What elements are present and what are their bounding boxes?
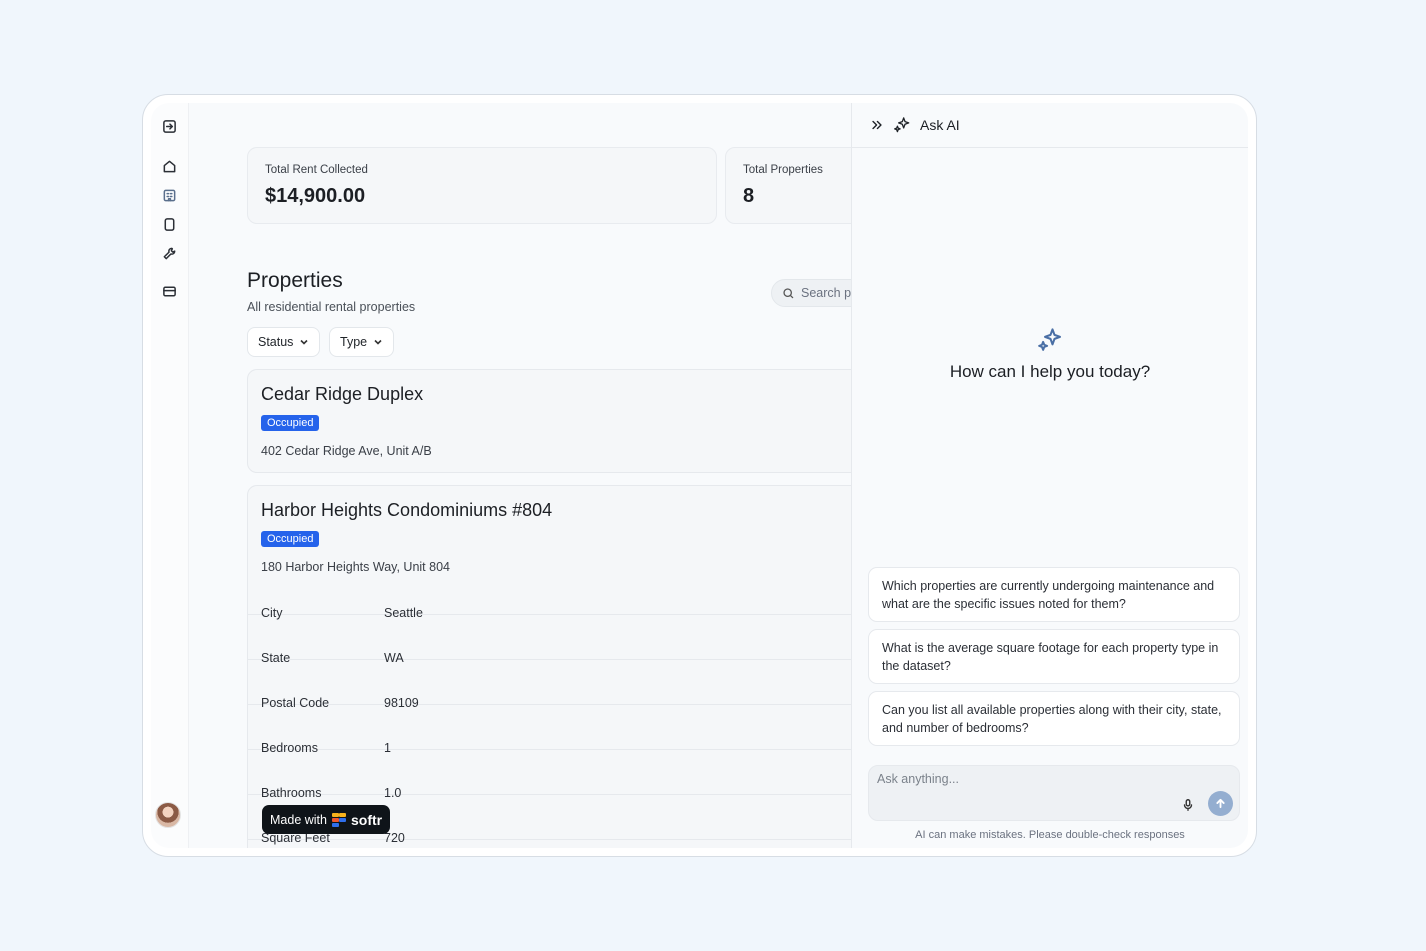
filter-label: Status — [258, 335, 294, 349]
home-icon[interactable] — [160, 157, 178, 175]
detail-value: 1 — [384, 741, 391, 755]
detail-row: State WA — [248, 651, 851, 704]
property-address: 180 Harbor Heights Way, Unit 804 — [261, 560, 450, 574]
status-badge: Occupied — [261, 415, 320, 431]
property-name: Cedar Ridge Duplex — [261, 384, 424, 404]
stat-card-properties: Total Properties 8 — [725, 147, 851, 224]
detail-key: Postal Code — [261, 696, 330, 710]
softr-brand: softr — [350, 811, 383, 828]
stat-label: Total Properties — [743, 164, 823, 176]
detail-key: State — [261, 651, 291, 665]
ai-header: Ask AI — [852, 103, 1248, 148]
detail-value: 98109 — [384, 696, 419, 710]
chevrons-right-icon[interactable] — [870, 118, 884, 132]
detail-value: 720 — [384, 831, 405, 845]
page-title: Properties — [247, 269, 343, 292]
ai-title: Ask AI — [920, 117, 960, 133]
search-input[interactable]: Search p — [771, 279, 851, 307]
filter-status-button[interactable]: Status — [247, 327, 321, 357]
stat-card-rent: Total Rent Collected $14,900.00 — [247, 147, 717, 224]
made-with-softr-badge[interactable]: Made with softr — [262, 805, 391, 834]
suggestion-button[interactable]: Can you list all available properties al… — [868, 691, 1240, 746]
property-address: 402 Cedar Ridge Ave, Unit A/B — [261, 444, 432, 458]
credit-card-icon[interactable] — [160, 282, 178, 300]
stat-value: $14,900.00 — [265, 185, 366, 207]
filter-label: Type — [340, 335, 368, 349]
search-placeholder: Search p — [801, 286, 851, 300]
ai-disclaimer: AI can make mistakes. Please double-chec… — [915, 829, 1185, 841]
softr-logo-icon — [331, 812, 346, 827]
detail-value: Seattle — [384, 606, 423, 620]
made-with-text: Made with — [270, 812, 327, 827]
main-content: Total Rent Collected $14,900.00 Total Pr… — [189, 103, 851, 848]
ask-box — [868, 765, 1240, 821]
ai-panel: Ask AI How can I help you today? Which p… — [851, 103, 1248, 848]
chevron-down-icon — [300, 339, 309, 345]
wrench-icon[interactable] — [160, 244, 178, 262]
property-name: Harbor Heights Condominiums #804 — [261, 500, 553, 520]
app-window: Total Rent Collected $14,900.00 Total Pr… — [142, 94, 1257, 857]
detail-value: WA — [384, 651, 404, 665]
suggestion-button[interactable]: Which properties are currently undergoin… — [868, 567, 1240, 622]
avatar[interactable] — [155, 802, 181, 828]
property-card[interactable]: Cedar Ridge Duplex Occupied 402 Cedar Ri… — [247, 369, 851, 473]
detail-row: Square Feet 720 — [248, 831, 851, 848]
search-icon — [783, 287, 794, 298]
detail-key: Bathrooms — [261, 786, 322, 800]
ai-hero: How can I help you today? — [852, 325, 1248, 382]
ask-input[interactable] — [877, 772, 1157, 786]
page-subtitle: All residential rental properties — [247, 300, 416, 314]
square-icon[interactable] — [160, 215, 178, 233]
detail-value: 1.0 — [384, 786, 402, 800]
left-rail — [151, 103, 189, 848]
chevron-down-icon — [374, 339, 382, 345]
status-badge: Occupied — [261, 531, 320, 547]
send-button[interactable] — [1208, 791, 1233, 816]
detail-row: Bedrooms 1 — [248, 741, 851, 794]
detail-key: City — [261, 606, 283, 620]
stat-value: 8 — [743, 185, 755, 207]
building-icon[interactable] — [160, 186, 178, 204]
sparkles-icon — [1038, 328, 1061, 351]
app-inner: Total Rent Collected $14,900.00 Total Pr… — [151, 103, 1248, 848]
property-card[interactable]: Harbor Heights Condominiums #804 Occupie… — [247, 485, 851, 848]
microphone-icon[interactable] — [1181, 798, 1195, 812]
suggestion-button[interactable]: What is the average square footage for e… — [868, 629, 1240, 684]
arrow-up-icon — [1216, 798, 1225, 809]
stat-label: Total Rent Collected — [265, 164, 368, 176]
detail-key: Bedrooms — [261, 741, 318, 755]
ai-greeting: How can I help you today? — [949, 362, 1151, 381]
filter-type-button[interactable]: Type — [329, 327, 395, 357]
sidebar-toggle-icon[interactable] — [160, 117, 178, 135]
sparkles-icon — [894, 117, 910, 133]
detail-row: City Seattle — [248, 606, 851, 659]
detail-row: Postal Code 98109 — [248, 696, 851, 749]
